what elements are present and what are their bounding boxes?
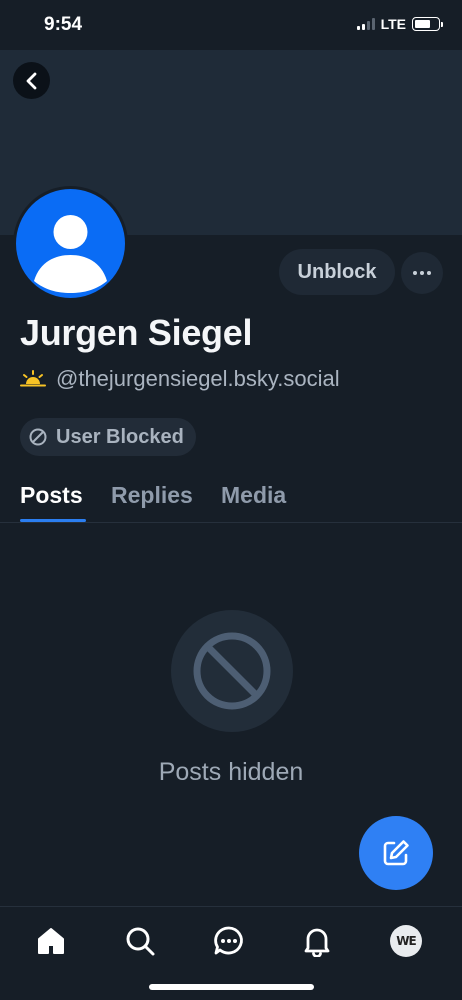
- bell-icon: [304, 928, 330, 957]
- nav-home[interactable]: [31, 921, 71, 961]
- unblock-button[interactable]: Unblock: [279, 249, 395, 295]
- block-icon: [193, 632, 271, 710]
- compose-icon: [383, 840, 409, 866]
- signal-icon: [356, 18, 375, 30]
- status-indicators: LTE: [356, 16, 443, 32]
- user-blocked-badge: User Blocked: [20, 418, 196, 456]
- home-icon: [38, 928, 64, 954]
- home-indicator: [149, 984, 314, 990]
- chat-icon: [214, 926, 243, 955]
- default-user-icon: [34, 215, 107, 293]
- compose-button[interactable]: [359, 816, 433, 890]
- nav-chat[interactable]: [209, 921, 249, 961]
- sunrise-emoji-icon: [20, 370, 46, 387]
- tab-posts[interactable]: Posts: [20, 468, 83, 523]
- tab-replies[interactable]: Replies: [111, 468, 193, 523]
- status-time: 9:54: [44, 14, 83, 35]
- status-bar: 9:54 LTE: [0, 0, 462, 50]
- profile-avatar[interactable]: [13, 186, 128, 301]
- user-handle: @thejurgensiegel.bsky.social: [56, 366, 340, 391]
- tab-media[interactable]: Media: [221, 468, 286, 523]
- back-button[interactable]: [13, 62, 50, 99]
- ellipsis-icon: [413, 271, 431, 275]
- network-label: LTE: [380, 16, 406, 32]
- profile-avatar-small: WE: [390, 925, 422, 957]
- blocked-label: User Blocked: [56, 425, 184, 448]
- display-name: Jurgen Siegel: [20, 312, 253, 353]
- nav-profile[interactable]: WE: [386, 921, 426, 961]
- handle-row: @thejurgensiegel.bsky.social: [20, 366, 340, 392]
- posts-hidden-message: Posts hidden: [158, 758, 304, 786]
- active-tab-indicator: [20, 519, 86, 522]
- posts-hidden-graphic: [171, 610, 293, 732]
- profile-tabs: Posts Replies Media: [0, 468, 462, 523]
- nav-search[interactable]: [120, 921, 160, 961]
- chevron-left-icon: [26, 72, 36, 89]
- nav-notifications[interactable]: [297, 921, 337, 961]
- more-options-button[interactable]: [401, 252, 443, 294]
- battery-icon: [412, 17, 443, 31]
- block-icon: [29, 428, 47, 446]
- search-icon: [126, 927, 155, 956]
